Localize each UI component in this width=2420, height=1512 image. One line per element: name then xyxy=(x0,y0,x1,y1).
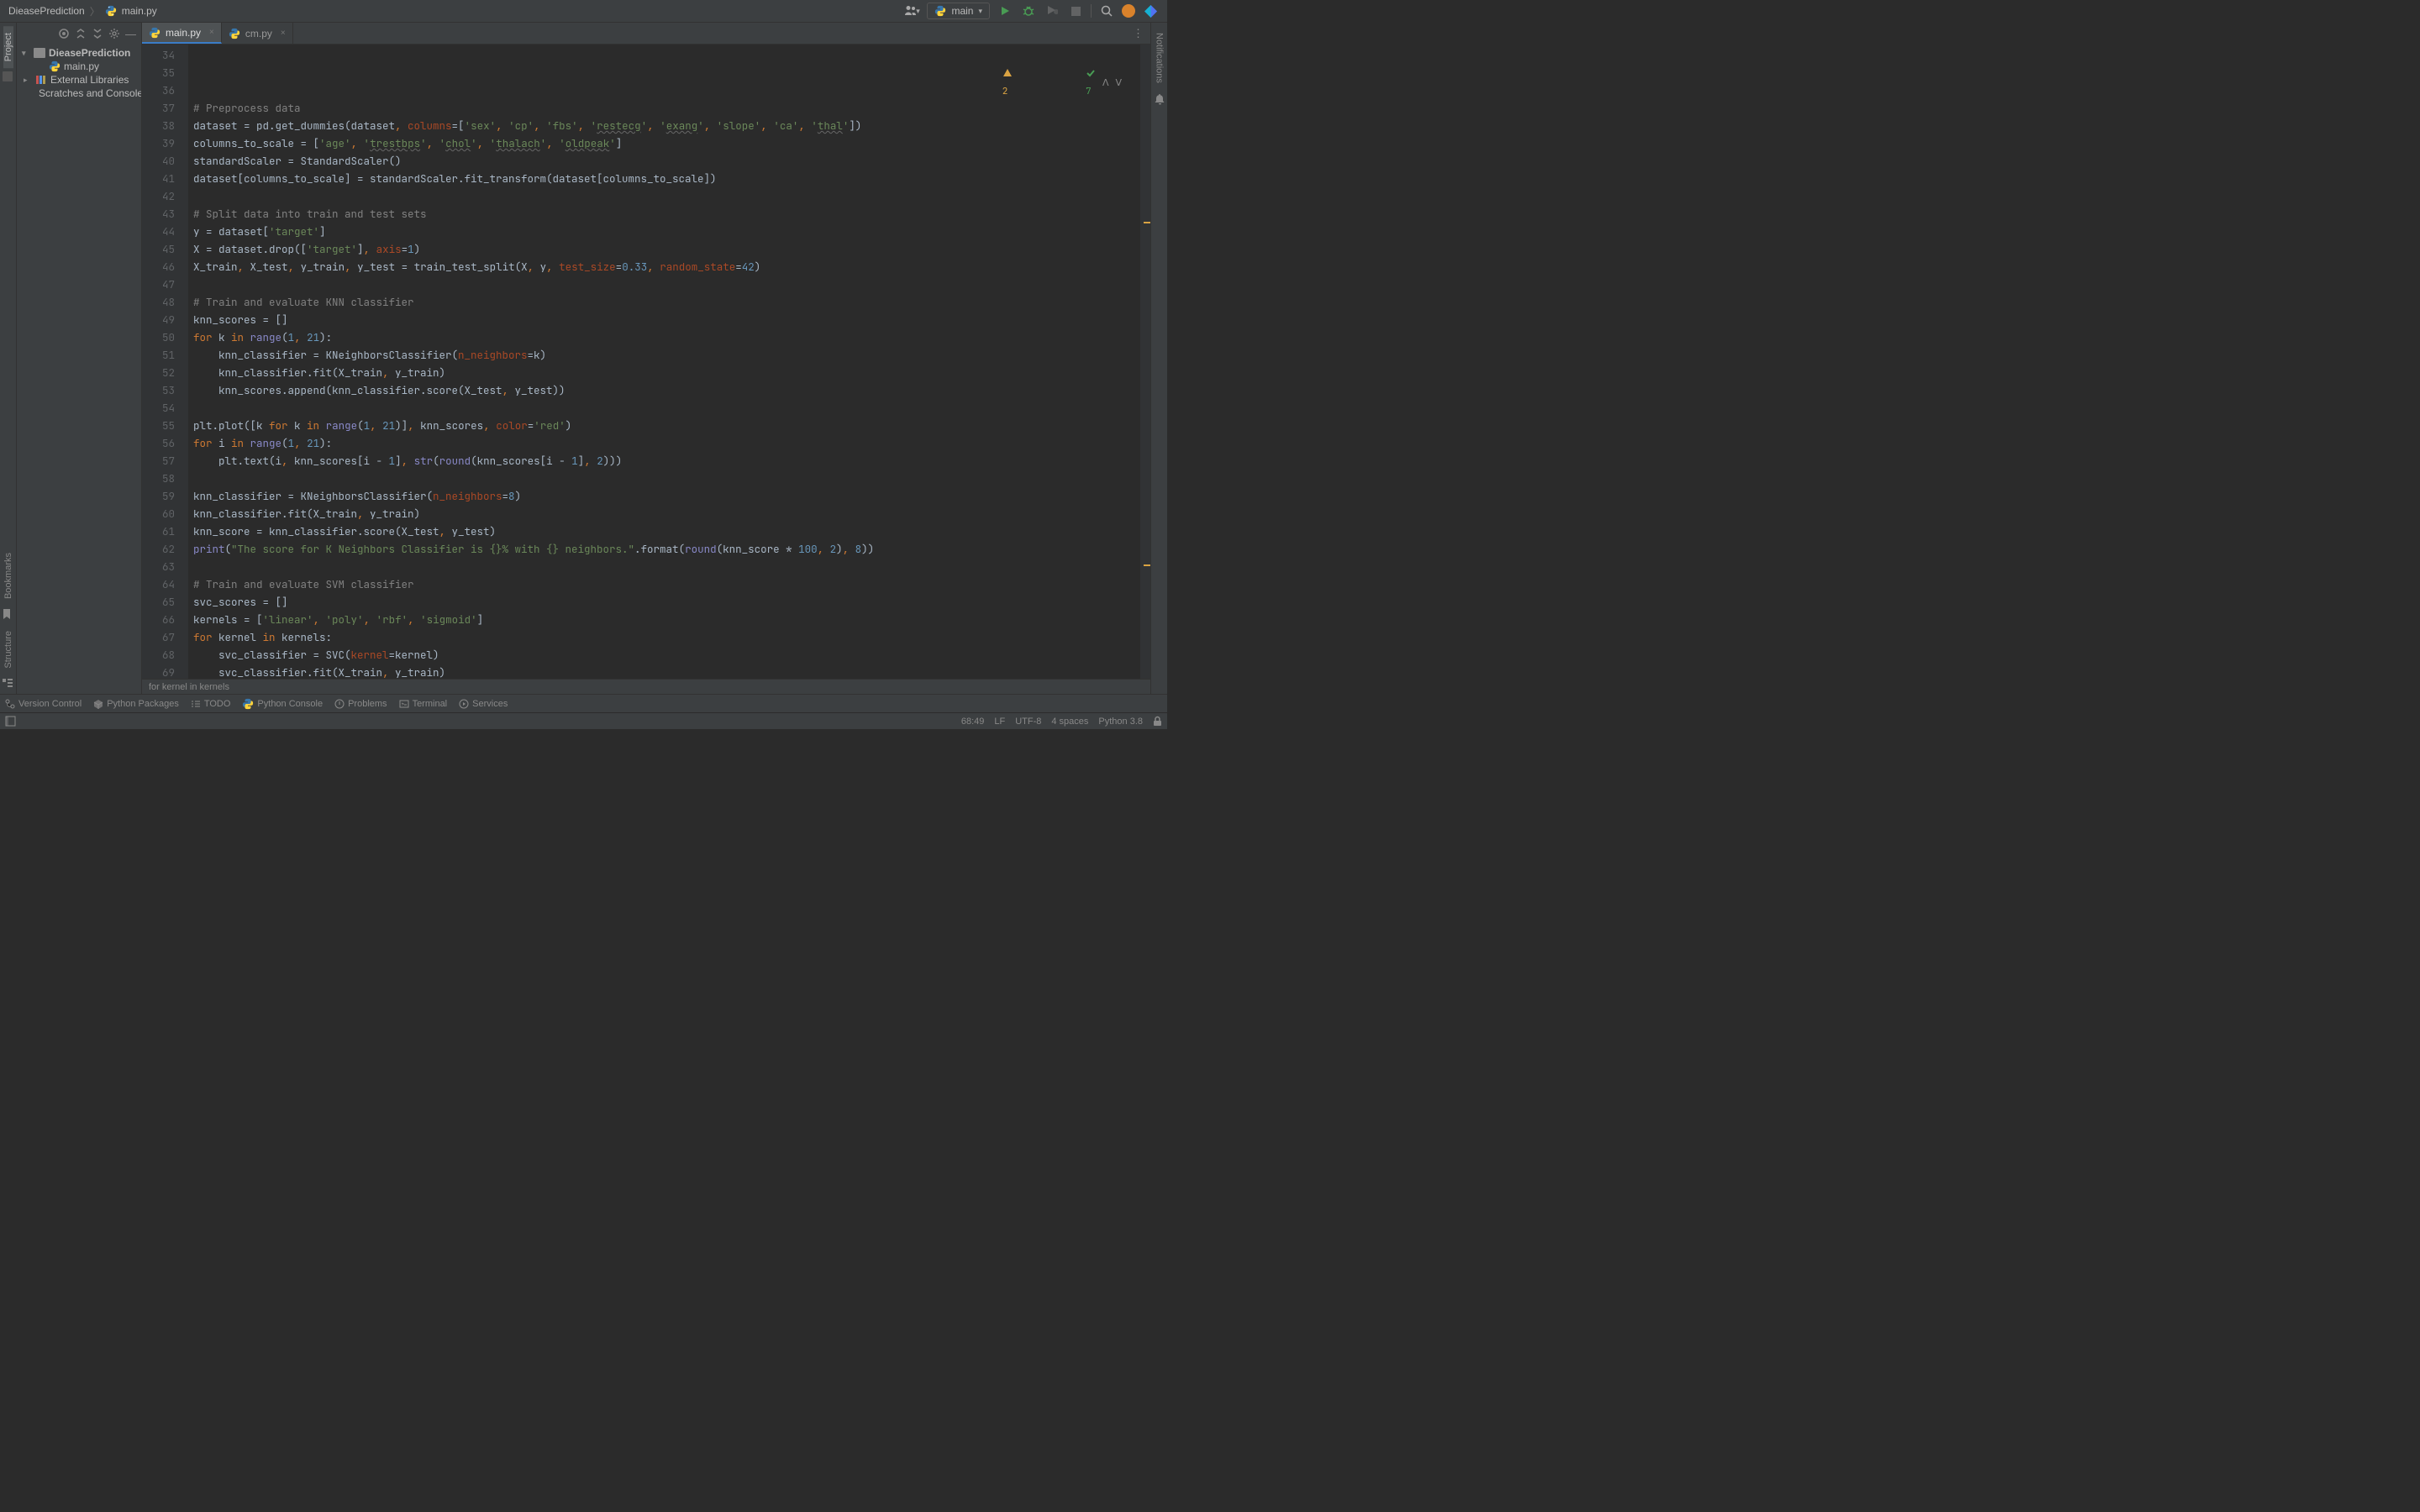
python-packages-label: Python Packages xyxy=(107,699,179,709)
line-number-gutter[interactable]: 3435363738394041424344454647484950515253… xyxy=(142,45,188,679)
services-label: Services xyxy=(472,699,508,709)
close-tab-icon[interactable]: × xyxy=(281,29,286,38)
left-tool-stripe: Project Bookmarks Structure xyxy=(0,23,17,694)
breadcrumb-project[interactable]: DieasePrediction xyxy=(8,5,85,17)
run-config-label: main xyxy=(951,5,973,17)
todo-label: TODO xyxy=(204,699,231,709)
chevron-right-icon[interactable]: ▸ xyxy=(24,76,32,85)
services-tool[interactable]: Services xyxy=(459,699,508,709)
python-console-tool[interactable]: Python Console xyxy=(242,698,323,710)
python-file-icon xyxy=(105,5,117,17)
tree-scratches[interactable]: Scratches and Consoles xyxy=(20,87,138,100)
inspection-widget[interactable]: 2 7 ᐱ ᐯ xyxy=(936,48,1122,118)
code-editor[interactable]: # Preprocess datadataset = pd.get_dummie… xyxy=(188,45,1140,679)
top-right-toolbar: ▾ main ▾ xyxy=(903,3,1159,19)
structure-icon xyxy=(3,679,14,690)
file-encoding[interactable]: UTF-8 xyxy=(1015,717,1041,727)
editor-tab-bar: main.py × cm.py × ⋮ xyxy=(142,23,1150,45)
problems-label: Problems xyxy=(348,699,387,709)
tree-scratches-label: Scratches and Consoles xyxy=(39,87,141,99)
hide-panel-icon[interactable]: — xyxy=(125,28,136,40)
python-file-icon xyxy=(149,27,160,39)
editor-area: main.py × cm.py × ⋮ 34353637383940414243… xyxy=(142,23,1150,694)
project-panel-header: — xyxy=(17,23,141,45)
breadcrumb-separator: 〉 xyxy=(90,4,100,18)
expand-all-icon[interactable] xyxy=(75,28,87,40)
error-stripe[interactable] xyxy=(1140,45,1150,679)
breadcrumb-file[interactable]: main.py xyxy=(122,5,157,17)
run-with-coverage-button[interactable] xyxy=(1044,3,1060,19)
libraries-icon xyxy=(35,74,47,86)
bookmarks-tool-button[interactable]: Bookmarks xyxy=(3,546,13,606)
status-bar: 68:49 LF UTF-8 4 spaces Python 3.8 xyxy=(0,712,1167,729)
settings-icon[interactable] xyxy=(108,28,120,40)
python-icon xyxy=(934,5,946,17)
project-tool-button[interactable]: Project xyxy=(3,26,13,68)
line-separator[interactable]: LF xyxy=(994,717,1005,727)
python-console-label: Python Console xyxy=(257,699,323,709)
user-avatar[interactable] xyxy=(1122,4,1135,18)
notifications-tool-button[interactable]: Notifications xyxy=(1155,26,1165,90)
chevron-down-icon[interactable]: ▾ xyxy=(22,49,30,58)
select-opened-file-icon[interactable] xyxy=(58,28,70,40)
breadcrumb-context: for kernel in kernels xyxy=(149,682,229,692)
bell-icon[interactable] xyxy=(1155,93,1165,105)
editor-body: 3435363738394041424344454647484950515253… xyxy=(142,45,1150,679)
collaborators-icon[interactable]: ▾ xyxy=(903,3,920,19)
structure-tool-button[interactable]: Structure xyxy=(3,624,13,675)
python-file-icon xyxy=(229,28,240,39)
folder-icon xyxy=(34,48,45,58)
tree-file-label: main.py xyxy=(64,60,99,72)
prev-highlight-icon[interactable]: ᐱ xyxy=(1102,75,1109,92)
bookmarks-icon xyxy=(3,609,14,621)
ide-features-icon[interactable] xyxy=(1142,3,1159,19)
indent-setting[interactable]: 4 spaces xyxy=(1051,717,1088,727)
tree-external-label: External Libraries xyxy=(50,74,129,86)
project-tree-panel: — ▾ DieasePrediction main.py ▸ External … xyxy=(17,23,142,694)
next-highlight-icon[interactable]: ᐯ xyxy=(1115,75,1122,92)
tab-label: main.py xyxy=(166,27,201,39)
typo-indicator[interactable]: 7 xyxy=(1019,48,1096,118)
terminal-tool[interactable]: Terminal xyxy=(399,699,448,709)
top-navigation-bar: DieasePrediction 〉 main.py ▾ main ▾ xyxy=(0,0,1167,23)
terminal-label: Terminal xyxy=(413,699,448,709)
version-control-label: Version Control xyxy=(18,699,82,709)
tab-main-py[interactable]: main.py × xyxy=(142,23,222,44)
cursor-position[interactable]: 68:49 xyxy=(961,717,985,727)
debug-button[interactable] xyxy=(1020,3,1037,19)
tree-external-libraries[interactable]: ▸ External Libraries xyxy=(20,73,138,87)
typo-count: 7 xyxy=(1086,86,1092,97)
tab-menu-icon[interactable]: ⋮ xyxy=(1133,27,1144,40)
tool-windows-toggle[interactable] xyxy=(5,716,16,727)
bookmarks-indicator-icon[interactable] xyxy=(3,71,14,83)
python-file-icon xyxy=(49,60,60,72)
version-control-tool[interactable]: Version Control xyxy=(5,699,82,709)
right-tool-stripe: Notifications xyxy=(1150,23,1167,694)
bottom-tool-bar: Version Control Python Packages TODO Pyt… xyxy=(0,694,1167,712)
tab-label: cm.py xyxy=(245,28,272,39)
breadcrumb: DieasePrediction 〉 main.py xyxy=(8,4,157,18)
collapse-all-icon[interactable] xyxy=(92,28,103,40)
tree-root-label: DieasePrediction xyxy=(49,47,130,59)
tree-root[interactable]: ▾ DieasePrediction xyxy=(20,46,138,60)
search-everywhere-button[interactable] xyxy=(1098,3,1115,19)
python-packages-tool[interactable]: Python Packages xyxy=(93,699,179,709)
todo-tool[interactable]: TODO xyxy=(191,699,231,709)
warning-indicator[interactable]: 2 xyxy=(936,48,1013,118)
run-button[interactable] xyxy=(997,3,1013,19)
warning-count: 2 xyxy=(1002,86,1008,97)
python-interpreter[interactable]: Python 3.8 xyxy=(1098,717,1143,727)
main-area: Project Bookmarks Structure — ▾ xyxy=(0,23,1167,694)
problems-tool[interactable]: Problems xyxy=(334,699,387,709)
close-tab-icon[interactable]: × xyxy=(209,28,214,37)
lock-icon[interactable] xyxy=(1153,716,1162,727)
tab-cm-py[interactable]: cm.py × xyxy=(222,23,293,44)
editor-breadcrumb-bar[interactable]: for kernel in kernels xyxy=(142,679,1150,694)
tree-file-main[interactable]: main.py xyxy=(20,60,138,73)
run-configuration-selector[interactable]: main ▾ xyxy=(927,3,990,19)
stop-button[interactable] xyxy=(1067,3,1084,19)
chevron-down-icon: ▾ xyxy=(978,7,982,16)
project-tree[interactable]: ▾ DieasePrediction main.py ▸ External Li… xyxy=(17,45,141,694)
